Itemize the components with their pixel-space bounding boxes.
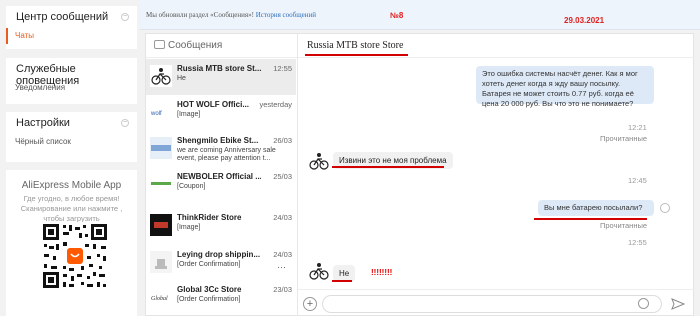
annotation-number: №8 (390, 11, 404, 20)
more-options-icon[interactable]: ··· (277, 262, 286, 272)
conversation-preview: [Image] (177, 111, 201, 118)
conversation-name: Leying drop shippin... (177, 250, 261, 259)
conversation-time: 12:55 (273, 64, 292, 73)
chat-title: Russia MTB store Store (307, 40, 404, 51)
message-timestamp: 12:45 (628, 176, 647, 185)
conversation-time: 24/03 (273, 213, 292, 222)
message-input[interactable] (322, 295, 662, 313)
conversation-name: Shengmilo Ebike St... (177, 136, 259, 145)
store-avatar (150, 214, 172, 236)
resend-icon[interactable] (660, 203, 670, 213)
app-title: AliExpress Mobile App (21, 180, 122, 191)
conversation-preview: [Order Confirmation] (177, 261, 241, 268)
chat-window: Russia MTB store Store Это ошибка систем… (298, 34, 695, 316)
conversation-time: yesterday (259, 100, 292, 109)
conversation-item[interactable]: Shengmilo Ebike St... 26/03 we are comin… (146, 131, 296, 167)
section-title-text: Центр сообщений (16, 11, 109, 23)
read-status: Прочитанные (600, 134, 648, 143)
conversation-time: 26/03 (273, 136, 292, 145)
chat-header: Russia MTB store Store (298, 34, 695, 58)
conversation-name: Russia MTB store St... (177, 64, 261, 73)
sidebar-item-blacklist[interactable]: Чёрный список (6, 134, 137, 150)
conversation-name: HOT WOLF Offici... (177, 100, 249, 109)
conversation-item[interactable]: Russia MTB store St... 12:55 Не (146, 59, 296, 95)
conversation-item[interactable]: wolf HOT WOLF Offici... yesterday [Image… (146, 95, 296, 131)
conversation-item[interactable]: Leying drop shippin... 24/03 [Order Conf… (146, 245, 296, 281)
mobile-app-panel: AliExpress Mobile App Где угодно, в любо… (6, 170, 137, 316)
conversation-list-header: Сообщения (146, 34, 297, 58)
store-avatar (309, 263, 329, 280)
conversation-preview: [Order Confirmation] (177, 296, 241, 303)
messages-container: Сообщения Russia MTB store St... 12:55 Н… (145, 33, 695, 316)
svg-text:Global: Global (151, 296, 168, 302)
annotation-exclamation: !!!!!!!! (371, 268, 393, 277)
message-timestamp: 12:21 (628, 123, 647, 132)
conversation-name: NEWBOLER Official ... (177, 172, 261, 181)
conversation-preview: we are coming Anniversary sale event, pl… (177, 147, 276, 162)
update-notice: Мы обновили раздел «Сообщения»! История … (146, 11, 316, 19)
section-title-settings: Настройки − (6, 112, 137, 134)
message-center-panel: Центр сообщений − Чаты (6, 6, 137, 49)
store-avatar (150, 251, 172, 273)
store-avatar: Global (150, 286, 172, 308)
conversation-name: ThinkRider Store (177, 213, 242, 222)
app-desc-line: Где угодно, в любое время! (23, 194, 120, 203)
settings-panel: Настройки − Чёрный список (6, 112, 137, 162)
conversation-item[interactable]: ThinkRider Store 24/03 [Image] (146, 208, 296, 244)
message-timestamp: 12:55 (628, 238, 647, 247)
left-sidebar: Центр сообщений − Чаты Служебные оповеще… (0, 0, 137, 316)
conversation-preview: [Coupon] (177, 183, 206, 190)
svg-text:wolf: wolf (150, 111, 162, 117)
conversation-name: Global 3Cc Store (177, 285, 242, 294)
section-title-message-center: Центр сообщений − (6, 6, 137, 28)
sidebar-item-chats[interactable]: Чаты (6, 28, 137, 44)
store-avatar (150, 65, 172, 87)
conversation-list-title: Сообщения (168, 40, 223, 51)
app-desc-line: Сканирование или нажмите , (20, 204, 123, 213)
store-avatar: wolf (150, 101, 172, 123)
conversation-item[interactable]: NEWBOLER Official ... 25/03 [Coupon] (146, 167, 296, 203)
store-avatar (150, 173, 172, 195)
collapse-icon[interactable]: − (121, 13, 129, 21)
service-notices-panel: Служебные оповещения Уведомления (6, 58, 137, 104)
conversation-preview: [Image] (177, 224, 201, 231)
conversation-time: 23/03 (273, 285, 292, 294)
section-title-service: Служебные оповещения (6, 58, 137, 87)
conversation-preview: Не (177, 75, 186, 82)
annotation-underline (305, 54, 408, 56)
outgoing-message: Вы мне батарею посылали? (538, 200, 654, 216)
section-title-text: Настройки (16, 117, 70, 129)
conversation-list: Сообщения Russia MTB store St... 12:55 Н… (146, 34, 298, 316)
store-avatar (150, 137, 172, 159)
conversation-time: 24/03 (273, 250, 292, 259)
notice-text: Мы обновили раздел «Сообщения»! (146, 11, 254, 19)
collapse-icon[interactable]: − (121, 119, 129, 127)
conversation-item[interactable]: Global Global 3Cc Store 23/03 [Order Con… (146, 280, 296, 316)
annotation-underline (332, 166, 444, 168)
outgoing-message: Это ошибка системы насчёт денег. Как я м… (476, 66, 654, 108)
annotation-date: 29.03.2021 (564, 16, 605, 25)
plus-icon[interactable]: + (303, 297, 317, 311)
app-desc: Где угодно, в любое время! Сканирование … (6, 194, 137, 224)
annotation-underline (534, 218, 647, 220)
chat-bubble-icon (154, 40, 165, 49)
annotation-underline (332, 280, 352, 282)
top-notice-bar: Мы обновили раздел «Сообщения»! История … (140, 0, 700, 30)
send-icon[interactable] (671, 298, 685, 310)
section-title-text: Служебные оповещения (16, 63, 80, 87)
qr-code[interactable] (41, 222, 109, 290)
read-status: Прочитанные (600, 221, 648, 230)
message-composer: + (298, 289, 695, 316)
history-link[interactable]: История сообщений (256, 11, 316, 19)
conversation-time: 25/03 (273, 172, 292, 181)
smile-icon[interactable] (638, 298, 649, 309)
store-avatar (309, 153, 329, 170)
